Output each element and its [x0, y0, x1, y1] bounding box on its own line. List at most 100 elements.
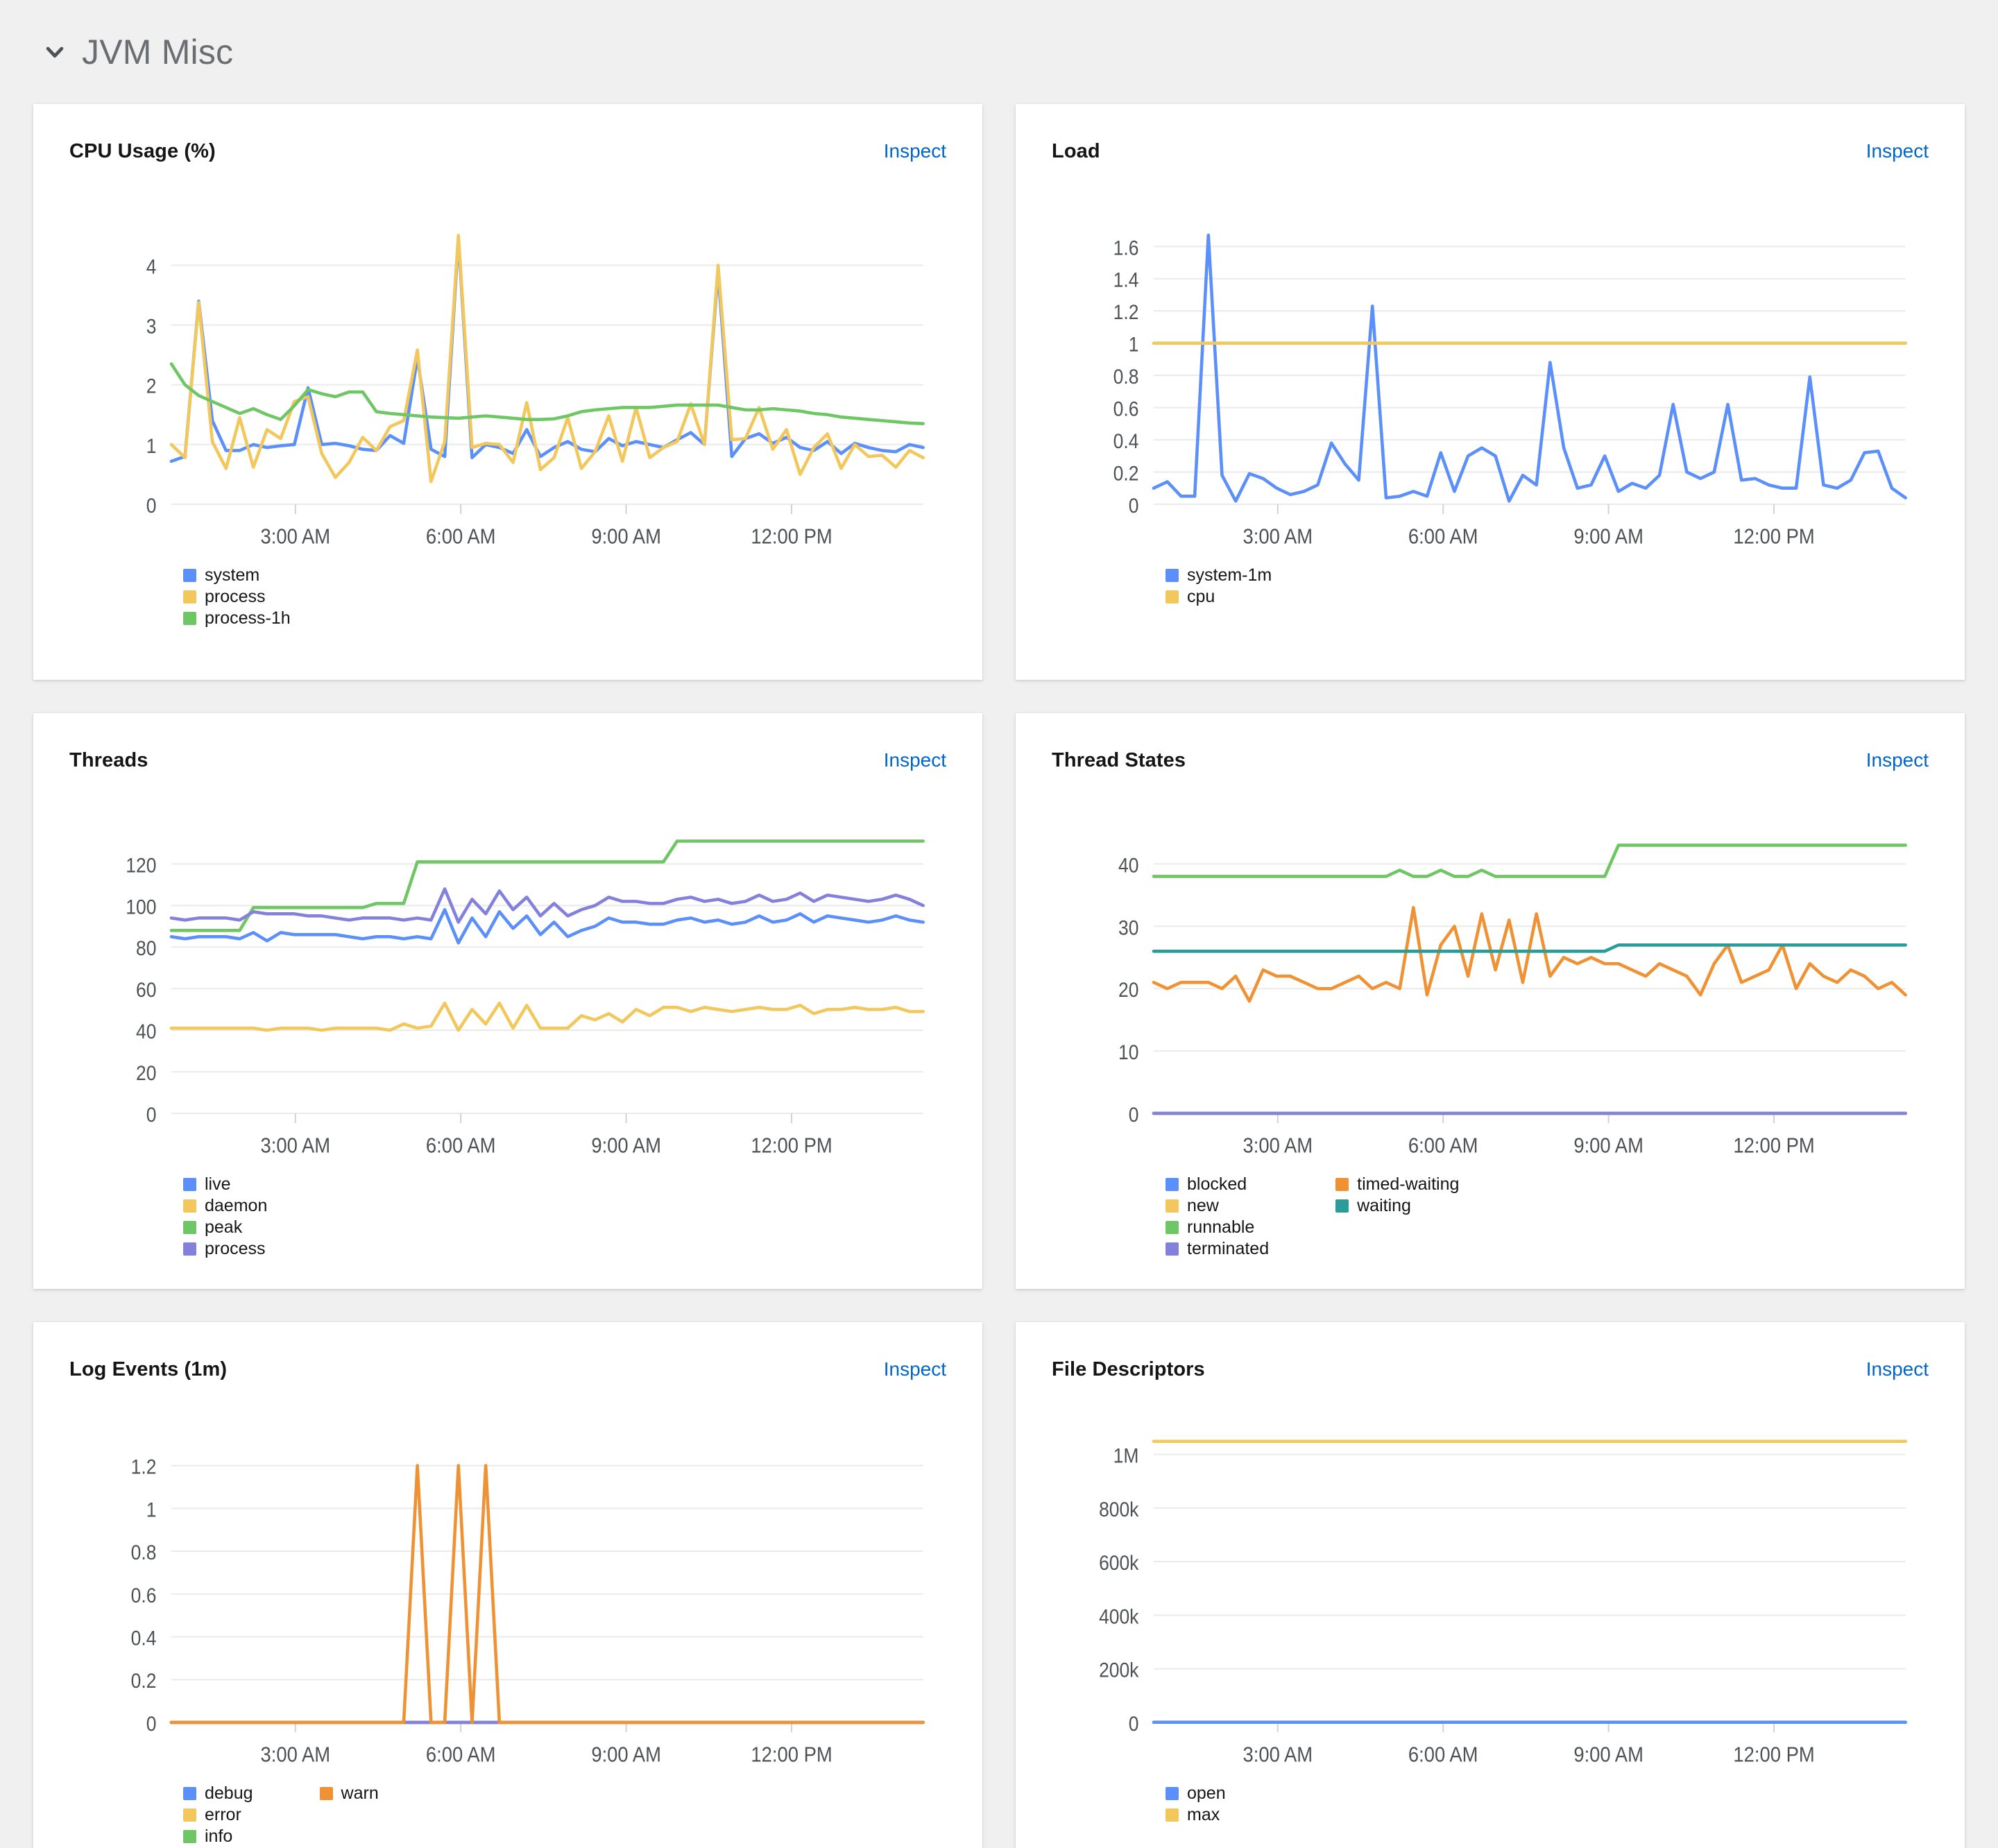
x-axis-tick-label: 9:00 AM: [591, 1743, 661, 1767]
chevron-down-icon[interactable]: [43, 40, 67, 64]
panel-load: Load Inspect 0 0.2 0.4 0.6 0.8 1 1.2 1.4 1.6 3:00 A…: [1016, 104, 1965, 680]
legend-item-peak[interactable]: peak: [183, 1217, 267, 1238]
x-axis-tick-label: 9:00 AM: [1573, 1134, 1643, 1158]
dashboard-page: JVM Misc CPU Usage (%) Inspect 0 1 2 3 4 3:00 A…: [0, 0, 1998, 1848]
y-axis-tick-label: 1: [146, 435, 157, 458]
x-axis-tick-label: 9:00 AM: [591, 525, 661, 549]
series-line-system-1m: [1154, 235, 1906, 501]
legend-item-cpu[interactable]: cpu: [1166, 586, 1272, 608]
x-axis-tick-label: 6:00 AM: [1408, 1743, 1478, 1767]
legend-item-process-1h[interactable]: process-1h: [183, 608, 291, 629]
chart-legend: system process process-1h: [69, 565, 946, 656]
inspect-link[interactable]: Inspect: [884, 749, 946, 771]
chart-plot-area: 0 10 20 30 40 3:00 AM 6:00 AM 9:00 AM 12:00 PM: [1118, 796, 1929, 1158]
legend-label: open: [1187, 1783, 1226, 1803]
legend-column: timed-waiting waiting: [1335, 1174, 1459, 1265]
legend-label: peak: [205, 1217, 243, 1237]
y-axis-tick-label: 600k: [1099, 1552, 1139, 1575]
inspect-link[interactable]: Inspect: [884, 1358, 946, 1380]
legend-item-system[interactable]: system: [183, 565, 291, 586]
legend-item-error[interactable]: error: [183, 1804, 253, 1826]
y-axis-tick-label: 20: [1118, 979, 1138, 1002]
legend-label: max: [1187, 1805, 1220, 1824]
chart-plot-area: 0 0.2 0.4 0.6 0.8 1 1.2 1.4 1.6 3:00 AM 6:00 AM 9:0…: [1113, 187, 1929, 549]
inspect-link[interactable]: Inspect: [1866, 140, 1929, 162]
panel-header: Load Inspect: [1052, 140, 1929, 172]
x-axis-tick-label: 3:00 AM: [1243, 525, 1313, 549]
legend-label: waiting: [1357, 1196, 1411, 1215]
y-axis-tick-label: 400k: [1099, 1605, 1139, 1628]
legend-item-debug[interactable]: debug: [183, 1783, 253, 1804]
legend-item-runnable[interactable]: runnable: [1166, 1217, 1269, 1238]
legend-swatch-icon: [183, 1242, 196, 1256]
panel-header: Threads Inspect: [69, 749, 946, 781]
y-axis-tick-label: 200k: [1099, 1659, 1139, 1682]
legend-swatch-icon: [1166, 1221, 1179, 1234]
legend-swatch-icon: [1166, 1787, 1179, 1800]
y-axis-tick-label: 40: [136, 1020, 156, 1043]
legend-item-timed-waiting[interactable]: timed-waiting: [1335, 1174, 1459, 1195]
legend-item-open[interactable]: open: [1166, 1783, 1226, 1804]
panel-log-events: Log Events (1m) Inspect 0 0.2 0.4 0.6 0.8 1 1.2 3…: [33, 1322, 982, 1848]
legend-item-blocked[interactable]: blocked: [1166, 1174, 1269, 1195]
y-axis-tick-label: 1.4: [1113, 268, 1139, 291]
legend-label: runnable: [1187, 1217, 1255, 1237]
panel-header: File Descriptors Inspect: [1052, 1358, 1929, 1390]
panel-thread-states: Thread States Inspect 0 10 20 30 40 3:00 AM 6:00…: [1016, 713, 1965, 1289]
x-axis-tick-label: 6:00 AM: [426, 1743, 496, 1767]
chart-log-events: 0 0.2 0.4 0.6 0.8 1 1.2 3:00 AM 6:00 AM 9:00 AM 12…: [69, 1405, 946, 1783]
legend-column: system-1m cpu: [1166, 565, 1272, 656]
section-header-jvm-misc[interactable]: JVM Misc: [33, 0, 1965, 104]
legend-label: cpu: [1187, 587, 1215, 606]
panel-header: Log Events (1m) Inspect: [69, 1358, 946, 1390]
legend-item-process[interactable]: process: [183, 1238, 267, 1260]
panel-title: Threads: [69, 749, 148, 771]
legend-swatch-icon: [183, 1787, 196, 1800]
legend-label: system-1m: [1187, 565, 1272, 585]
legend-item-new[interactable]: new: [1166, 1195, 1269, 1217]
legend-item-daemon[interactable]: daemon: [183, 1195, 267, 1217]
legend-item-waiting[interactable]: waiting: [1335, 1195, 1459, 1217]
legend-item-terminated[interactable]: terminated: [1166, 1238, 1269, 1260]
inspect-link[interactable]: Inspect: [884, 140, 946, 162]
chart-legend: blocked new runnable terminated timed-waitin…: [1052, 1174, 1929, 1265]
legend-item-max[interactable]: max: [1166, 1804, 1226, 1826]
chart-legend: open max: [1052, 1783, 1929, 1848]
x-axis-tick-label: 6:00 AM: [1408, 1134, 1478, 1158]
legend-label: terminated: [1187, 1239, 1270, 1258]
inspect-link[interactable]: Inspect: [1866, 1358, 1929, 1380]
y-axis-tick-label: 0: [146, 495, 157, 517]
x-axis-tick-label: 12:00 PM: [751, 1743, 832, 1767]
legend-swatch-icon: [1166, 1199, 1179, 1213]
panel-title: Log Events (1m): [69, 1358, 228, 1380]
panel-title: Load: [1052, 140, 1100, 162]
legend-swatch-icon: [183, 1199, 196, 1213]
chart-threads: 0 20 40 60 80 100 120 3:00 AM 6:00 AM 9:00 AM 12:0…: [69, 796, 946, 1174]
x-axis-tick-label: 12:00 PM: [1733, 1134, 1814, 1158]
panel-header: CPU Usage (%) Inspect: [69, 140, 946, 172]
inspect-link[interactable]: Inspect: [1866, 749, 1929, 771]
y-axis-tick-label: 0.8: [131, 1541, 157, 1564]
legend-item-process[interactable]: process: [183, 586, 291, 608]
y-axis-tick-label: 1M: [1113, 1444, 1139, 1467]
y-axis-tick-label: 4: [146, 255, 157, 278]
panel-threads: Threads Inspect 0 20 40 60 80 100 120 3:00 AM 6:00…: [33, 713, 982, 1289]
legend-item-system-1m[interactable]: system-1m: [1166, 565, 1272, 586]
legend-label: process-1h: [205, 608, 291, 628]
x-axis-tick-label: 3:00 AM: [260, 1134, 330, 1158]
y-axis-tick-label: 0.6: [1113, 397, 1139, 420]
legend-column: system process process-1h: [183, 565, 291, 656]
legend-item-live[interactable]: live: [183, 1174, 267, 1195]
legend-column: blocked new runnable terminated: [1166, 1174, 1269, 1265]
section-title: JVM Misc: [82, 33, 234, 71]
legend-item-warn[interactable]: warn: [319, 1783, 379, 1804]
legend-item-info[interactable]: info: [183, 1826, 253, 1847]
y-axis-tick-label: 0: [146, 1104, 157, 1127]
y-axis-tick-label: 60: [136, 979, 156, 1002]
legend-swatch-icon: [1166, 1808, 1179, 1822]
y-axis-tick-label: 0.8: [1113, 366, 1139, 388]
legend-label: new: [1187, 1196, 1219, 1215]
chart-cpu-usage: 0 1 2 3 4 3:00 AM 6:00 AM 9:00 AM 12:00 PM: [69, 187, 946, 565]
legend-swatch-icon: [1335, 1178, 1349, 1191]
x-axis-tick-label: 6:00 AM: [426, 525, 496, 549]
